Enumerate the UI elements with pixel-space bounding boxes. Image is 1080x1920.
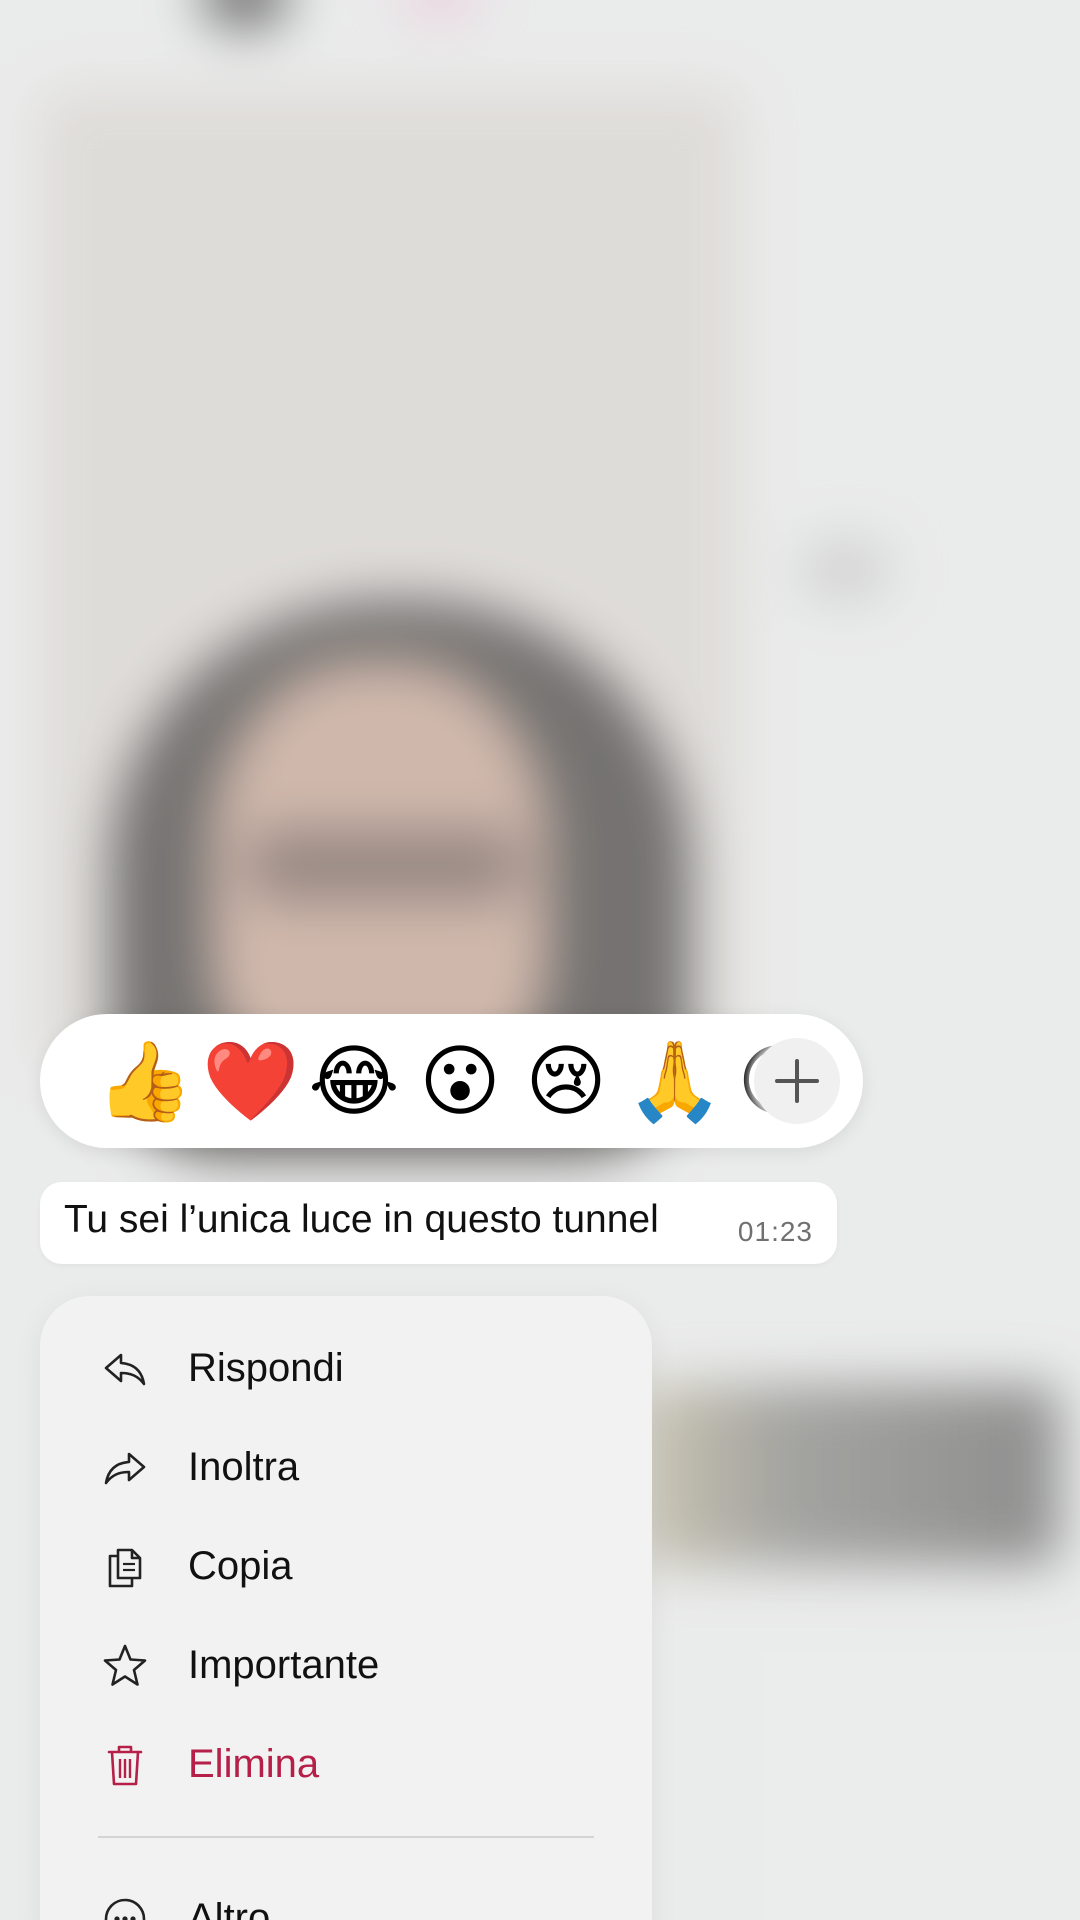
plus-icon	[775, 1059, 819, 1103]
menu-item-star[interactable]: Importante	[40, 1621, 652, 1711]
menu-item-label: Rispondi	[188, 1346, 344, 1390]
reaction-heart[interactable]: ❤️	[202, 1036, 299, 1128]
screen: 👍 ❤️ 😂 😮 😢 🙏 😍 Tu sei l’unica luce in qu…	[0, 0, 1080, 1920]
menu-item-reply[interactable]: Rispondi	[40, 1324, 652, 1414]
menu-item-label: Inoltra	[188, 1445, 300, 1489]
menu-item-label: Elimina	[188, 1742, 320, 1786]
menu-item-delete[interactable]: Elimina	[40, 1720, 652, 1810]
message-actions-menu: Rispondi Inoltra Copia Importante Elimin…	[40, 1296, 652, 1920]
menu-item-copy[interactable]: Copia	[40, 1522, 652, 1612]
more-reactions-button[interactable]	[754, 1038, 840, 1124]
reaction-crying[interactable]: 😢	[520, 1036, 612, 1128]
menu-item-label: Altro	[188, 1896, 271, 1920]
message-text: Tu sei l’unica luce in questo tunnel	[64, 1198, 659, 1241]
menu-item-more[interactable]: Altro	[40, 1874, 652, 1920]
menu-item-forward[interactable]: Inoltra	[40, 1423, 652, 1513]
message-time: 01:23	[737, 1216, 813, 1247]
message-bubble[interactable]: Tu sei l’unica luce in questo tunnel 01:…	[40, 1182, 837, 1264]
reaction-laughing[interactable]: 😂	[308, 1036, 400, 1128]
reaction-thumbs-up[interactable]: 👍	[96, 1036, 193, 1128]
reaction-surprised[interactable]: 😮	[414, 1036, 506, 1128]
trash-icon	[107, 1745, 143, 1786]
menu-item-label: Copia	[188, 1544, 293, 1588]
menu-divider	[98, 1836, 594, 1838]
more-circle-icon	[104, 1898, 146, 1920]
star-icon	[103, 1644, 147, 1686]
reply-icon	[104, 1353, 146, 1386]
menu-item-label: Importante	[188, 1643, 380, 1687]
reaction-bar: 👍 ❤️ 😂 😮 😢 🙏 😍	[40, 1014, 863, 1148]
reaction-praying[interactable]: 🙏	[626, 1036, 723, 1128]
copy-icon	[108, 1548, 142, 1588]
forward-icon	[104, 1452, 146, 1485]
